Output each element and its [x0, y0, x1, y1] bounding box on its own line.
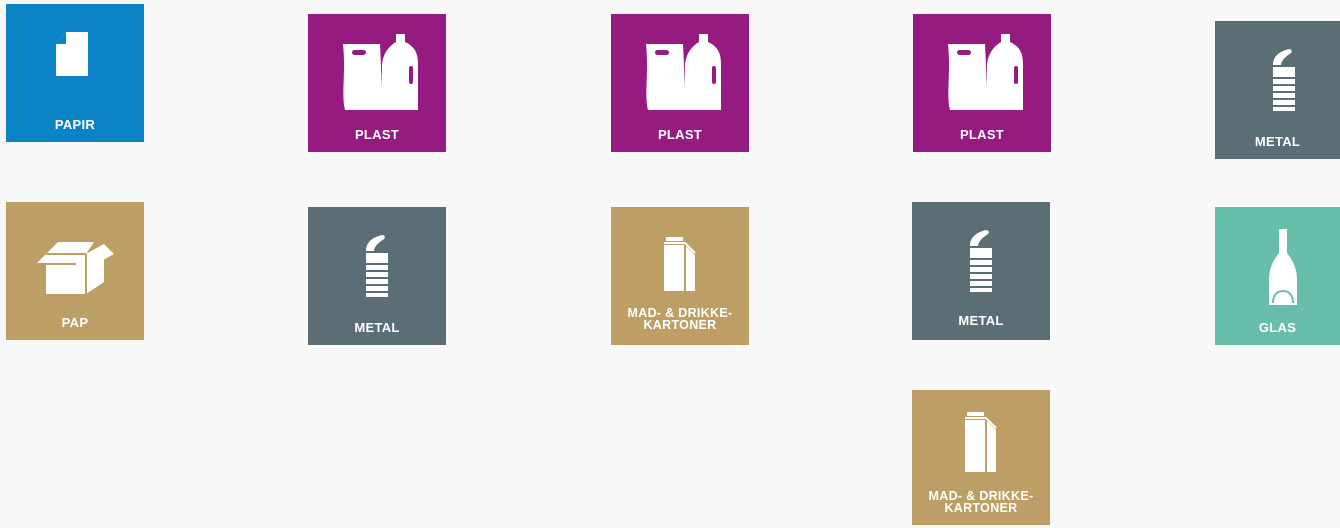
tile-label: PLAST	[959, 127, 1005, 142]
label-line-2: KARTONER	[643, 318, 717, 332]
tile-plast: PLAST	[913, 14, 1051, 152]
tile-label: METAL	[958, 313, 1004, 328]
tile-label: METAL	[354, 320, 400, 335]
tile-label: GLAS	[1258, 320, 1297, 335]
tile-plast: PLAST	[308, 14, 446, 152]
tile-metal: METAL	[308, 207, 446, 345]
tile-mad-drikkekartoner: MAD- & DRIKKE- KARTONER	[912, 390, 1050, 525]
tile-pap: PAP	[6, 202, 144, 340]
tile-glas: GLAS	[1215, 207, 1340, 345]
tile-label: PLAST	[354, 127, 400, 142]
tile-mad-drikkekartoner: MAD- & DRIKKE- KARTONER	[611, 207, 749, 345]
label-line-2: KARTONER	[944, 501, 1018, 515]
tile-label: PAPIR	[54, 117, 96, 132]
tile-label: MAD- & DRIKKE- KARTONER	[912, 490, 1050, 515]
tile-label: PAP	[61, 315, 89, 330]
tile-label: PLAST	[657, 127, 703, 142]
tile-papir: PAPIR	[6, 4, 144, 142]
tile-metal: METAL	[1215, 21, 1340, 159]
tile-metal: METAL	[912, 202, 1050, 340]
tile-label: METAL	[1254, 134, 1301, 149]
tile-plast: PLAST	[611, 14, 749, 152]
tile-label: MAD- & DRIKKE- KARTONER	[611, 307, 749, 332]
